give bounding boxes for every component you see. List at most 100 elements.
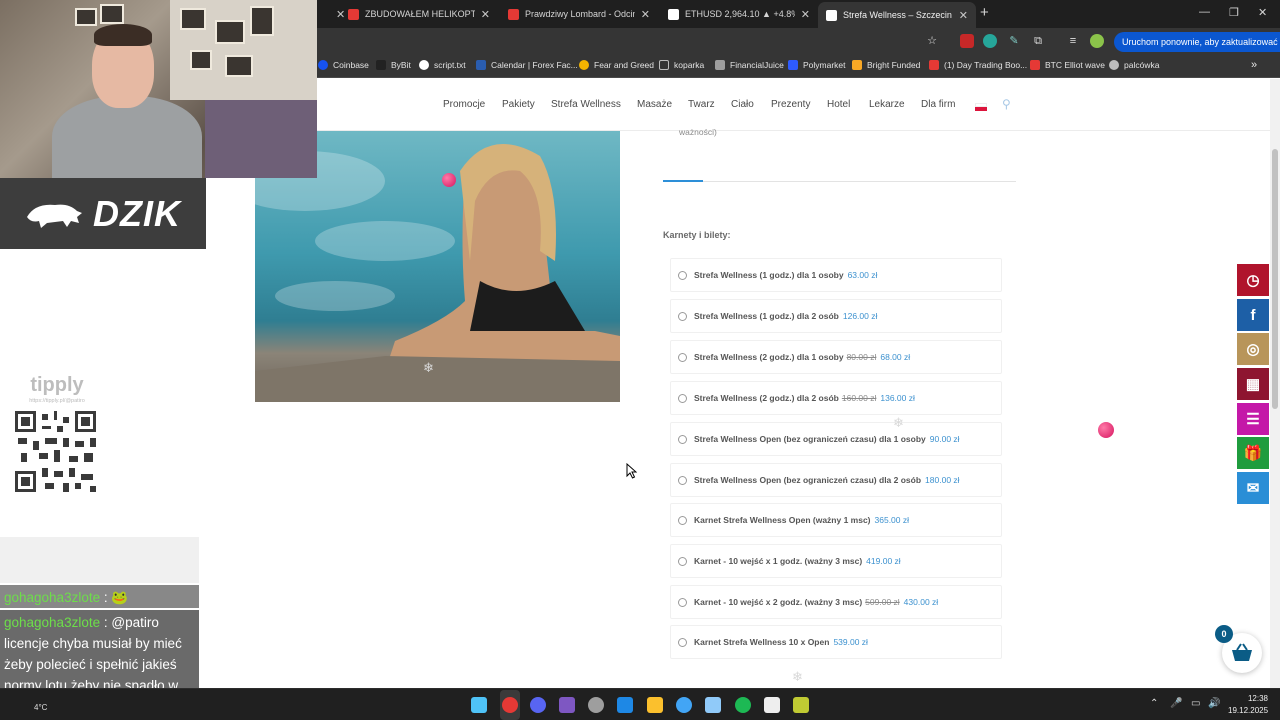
- bookmark-label: Calendar | Forex Fac...: [491, 60, 578, 70]
- nav-lekarze[interactable]: Lekarze: [869, 99, 905, 110]
- extension-icon[interactable]: [983, 34, 997, 48]
- nav-twarz[interactable]: Twarz: [688, 99, 715, 110]
- media-queue-icon[interactable]: ≡: [1066, 34, 1080, 48]
- radio-button[interactable]: [678, 270, 687, 280]
- tab-close-leftover[interactable]: ✕: [322, 2, 345, 26]
- volume-icon[interactable]: 🔊: [1208, 698, 1220, 709]
- tab-3-active[interactable]: Strefa Wellness – Szczecin | Bal ✕: [818, 2, 976, 28]
- star-icon[interactable]: ☆: [925, 34, 939, 48]
- calendar-icon[interactable]: ▦: [1237, 368, 1269, 400]
- nav-cialo[interactable]: Ciało: [731, 99, 754, 110]
- radio-button[interactable]: [678, 352, 687, 362]
- update-restart-button[interactable]: Uruchom ponownie, aby zaktualizować ⋮: [1114, 32, 1280, 52]
- restore-icon[interactable]: ❐: [1229, 6, 1239, 19]
- radio-button[interactable]: [678, 393, 687, 403]
- scrollbar-thumb[interactable]: [1272, 149, 1278, 409]
- page-scrollbar[interactable]: [1270, 79, 1280, 688]
- plus-icon[interactable]: +: [980, 4, 989, 21]
- radio-button[interactable]: [678, 311, 687, 321]
- bookmark-coinbase[interactable]: Coinbase: [318, 60, 369, 70]
- bookmark-polymarket[interactable]: Polymarket: [788, 60, 846, 70]
- bookmark-financialjuice[interactable]: FinancialJuice: [715, 60, 784, 70]
- bookmark-koparka[interactable]: koparka: [659, 60, 704, 70]
- windows-start-icon[interactable]: [471, 697, 487, 713]
- nav-hotel[interactable]: Hotel: [827, 99, 850, 110]
- gift-icon[interactable]: 🎁: [1237, 437, 1269, 469]
- chevron-right-icon[interactable]: »: [1251, 59, 1257, 71]
- list-icon[interactable]: ☰: [1237, 403, 1269, 435]
- ticket-option[interactable]: Strefa Wellness (1 godz.) dla 1 osoby 63.…: [670, 258, 1002, 292]
- search-icon[interactable]: ⚲: [1002, 97, 1011, 111]
- spotify-icon[interactable]: [735, 697, 751, 713]
- close-window-icon[interactable]: ✕: [1258, 6, 1267, 19]
- nav-strefa-wellness[interactable]: Strefa Wellness: [551, 99, 621, 110]
- discord-icon[interactable]: [530, 697, 546, 713]
- ticket-option[interactable]: Karnet Strefa Wellness 10 x Open 539.00 z…: [670, 625, 1002, 659]
- ccleaner-icon[interactable]: [676, 697, 692, 713]
- chat-message: gohagoha3zlote : 🐸: [0, 585, 199, 608]
- nav-prezenty[interactable]: Prezenty: [771, 99, 810, 110]
- bookmark-bright-funded[interactable]: Bright Funded: [852, 60, 920, 70]
- radio-button[interactable]: [678, 556, 687, 566]
- tab-underline: [663, 180, 703, 182]
- message-icon[interactable]: ✉: [1237, 472, 1269, 504]
- extension-icon[interactable]: ✎: [1007, 34, 1021, 48]
- radio-button[interactable]: [678, 637, 687, 647]
- option-price: 180.00 zł: [925, 475, 960, 485]
- ticket-option[interactable]: Strefa Wellness (2 godz.) dla 1 osoby 80.…: [670, 340, 1002, 374]
- tab-1[interactable]: Prawdziwy Lombard - Odcinek ✕: [500, 2, 658, 26]
- ticket-option[interactable]: Karnet Strefa Wellness Open (ważny 1 msc…: [670, 503, 1002, 537]
- tab-2[interactable]: ETHUSD 2,964.10 ▲ +4.8% Bez ✕: [660, 2, 818, 26]
- ticket-option[interactable]: Strefa Wellness (1 godz.) dla 2 osób 126.…: [670, 299, 1002, 333]
- radio-button[interactable]: [678, 597, 687, 607]
- ticket-option[interactable]: Strefa Wellness (2 godz.) dla 2 osób 160.…: [670, 381, 1002, 415]
- bookmark-forex-calendar[interactable]: Calendar | Forex Fac...: [476, 60, 578, 70]
- ticket-option[interactable]: Strefa Wellness Open (bez ograniczeń cza…: [670, 463, 1002, 497]
- settings-icon[interactable]: [588, 697, 604, 713]
- chrome-icon[interactable]: [502, 697, 518, 713]
- instagram-icon[interactable]: ◎: [1237, 333, 1269, 365]
- folder-icon[interactable]: [647, 697, 663, 713]
- bookmark-palcowka[interactable]: palcówka: [1109, 60, 1159, 70]
- bookmark-script[interactable]: script.txt: [419, 60, 466, 70]
- close-icon[interactable]: ✕: [801, 8, 810, 21]
- radio-button[interactable]: [678, 434, 687, 444]
- microphone-icon[interactable]: 🎤: [1170, 698, 1182, 709]
- app-icon[interactable]: [705, 697, 721, 713]
- nav-pakiety[interactable]: Pakiety: [502, 99, 535, 110]
- clock-icon[interactable]: ◷: [1237, 264, 1269, 296]
- facebook-icon[interactable]: f: [1237, 299, 1269, 331]
- app-icon[interactable]: [559, 697, 575, 713]
- option-name: Strefa Wellness Open (bez ograniczeń cza…: [694, 434, 926, 444]
- bookmark-btc-elliot[interactable]: BTC Elliot wave: [1030, 60, 1105, 70]
- nav-dla-firm[interactable]: Dla firm: [921, 99, 955, 110]
- app-icon[interactable]: [764, 697, 780, 713]
- steam-icon[interactable]: [617, 697, 633, 713]
- network-icon[interactable]: ▭: [1191, 698, 1200, 709]
- chat-faded-message: [0, 537, 199, 583]
- profile-avatar[interactable]: [1090, 34, 1104, 48]
- system-clock[interactable]: 12:38 19.12.2025: [1228, 693, 1268, 717]
- ticket-option[interactable]: Strefa Wellness Open (bez ograniczeń cza…: [670, 422, 1002, 456]
- bookmark-bybit[interactable]: ByBit: [376, 60, 411, 70]
- ticket-option[interactable]: Karnet - 10 wejść x 2 godz. (ważny 3 msc…: [670, 585, 1002, 619]
- bookmark-fear-greed[interactable]: Fear and Greed: [579, 60, 654, 70]
- extension-icon[interactable]: [960, 34, 974, 48]
- nav-promocje[interactable]: Promocje: [443, 99, 485, 110]
- close-icon[interactable]: ✕: [641, 8, 650, 21]
- chevron-up-icon[interactable]: ⌃: [1150, 698, 1158, 709]
- minimize-icon[interactable]: —: [1199, 6, 1210, 18]
- app-icon[interactable]: [793, 697, 809, 713]
- ticket-option[interactable]: Karnet - 10 wejść x 1 godz. (ważny 3 msc…: [670, 544, 1002, 578]
- tab-0[interactable]: ZBUDOWAŁEM HELIKOPTER KT ✕: [340, 2, 498, 26]
- nav-masaze[interactable]: Masaże: [637, 99, 672, 110]
- option-name: Strefa Wellness (1 godz.) dla 1 osoby: [694, 270, 844, 280]
- puzzle-icon[interactable]: ⧉: [1031, 34, 1045, 48]
- bookmark-day-trading[interactable]: (1) Day Trading Boo...: [929, 60, 1027, 70]
- tab-title: ZBUDOWAŁEM HELIKOPTER KT: [365, 9, 475, 19]
- polish-flag-icon[interactable]: [975, 103, 987, 111]
- close-icon[interactable]: ✕: [959, 9, 968, 22]
- close-icon[interactable]: ✕: [481, 8, 490, 21]
- radio-button[interactable]: [678, 475, 687, 485]
- radio-button[interactable]: [678, 515, 687, 525]
